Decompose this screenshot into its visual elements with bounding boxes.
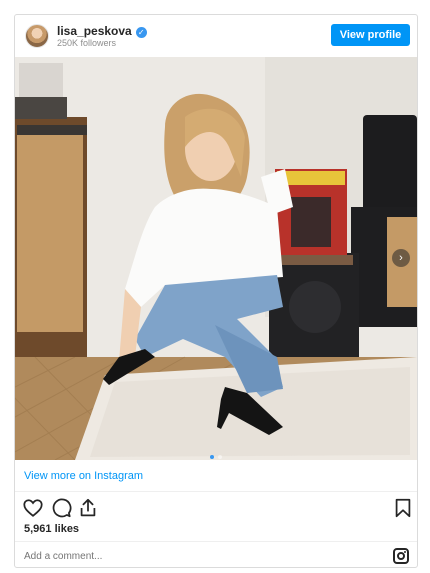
action-bar [15, 492, 417, 526]
bookmark-icon[interactable] [392, 497, 414, 519]
followers-count: 250K followers [57, 38, 117, 48]
carousel-dot [218, 455, 222, 459]
chevron-right-icon[interactable]: › [392, 249, 410, 267]
avatar[interactable] [25, 24, 49, 48]
post-header: lisa_peskova ✓ 250K followers View profil… [15, 15, 417, 57]
instagram-icon[interactable] [393, 548, 409, 564]
comment-bar [15, 541, 417, 567]
view-profile-button[interactable]: View profile [331, 24, 410, 46]
post-photo[interactable]: › [15, 57, 417, 460]
comment-icon[interactable] [50, 497, 72, 519]
likes-count[interactable]: 5,961 likes [24, 523, 79, 535]
instagram-embed-card: lisa_peskova ✓ 250K followers View profil… [14, 14, 418, 568]
photo-illustration [15, 57, 417, 460]
comment-input[interactable] [24, 548, 364, 564]
username-row[interactable]: lisa_peskova ✓ [57, 24, 147, 38]
view-more-link[interactable]: View more on Instagram [15, 460, 417, 492]
carousel-dot-active [210, 455, 214, 459]
carousel-indicator [15, 446, 417, 460]
username[interactable]: lisa_peskova [57, 24, 132, 38]
heart-icon[interactable] [22, 497, 44, 519]
share-icon[interactable] [77, 497, 99, 519]
verified-badge-icon: ✓ [135, 27, 147, 38]
